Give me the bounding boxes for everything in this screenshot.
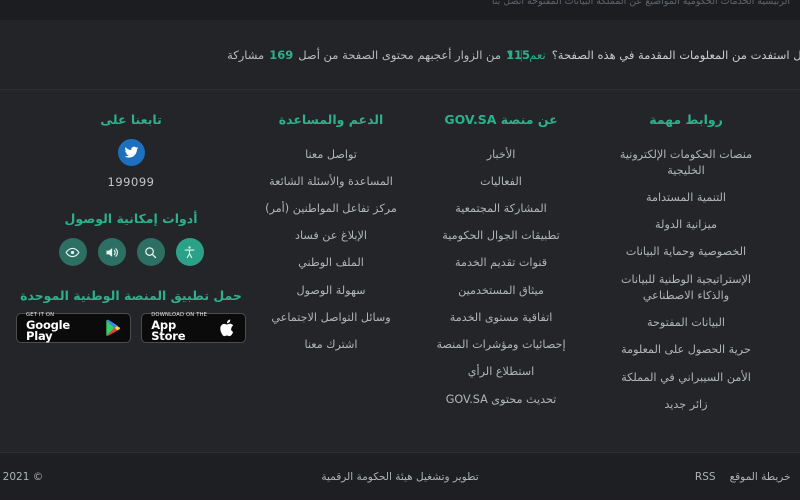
apple-icon — [220, 319, 234, 337]
accessibility-tools-title: أدوات إمكانية الوصول — [64, 211, 198, 226]
link-item[interactable]: الخصوصية وحماية البيانات — [626, 239, 746, 266]
feedback-total-count: 169 — [269, 47, 294, 62]
link-item[interactable]: تطبيقات الجوال الحكومية — [442, 223, 560, 250]
twitter-follower-count: 199099 — [107, 175, 155, 189]
link-item[interactable]: الإستراتيجية الوطنية للبيانات والذكاء ال… — [611, 266, 761, 309]
important-links-list: منصات الحكومات الإلكترونية الخليجية التن… — [611, 141, 761, 419]
column-title-about-platform: عن منصة GOV.SA — [444, 112, 558, 127]
copyright-text: © 2021 جميع — [0, 470, 44, 483]
link-item[interactable]: الأمن السيبراني في المملكة — [621, 364, 751, 391]
column-title-important-links: روابط مهمة — [649, 112, 723, 127]
app-store-badge[interactable]: Download on the App Store — [141, 312, 246, 344]
support-list: تواصل معنا المساعدة والأسئلة الشائعة مرك… — [265, 141, 397, 359]
accessibility-buttons-row — [58, 238, 204, 266]
column-social: تابعنا على 199099 أدوات إمكانية الوصول ح… — [16, 112, 246, 452]
feedback-question-text: هل استفدت من المعلومات المقدمة في هذه ال… — [551, 47, 800, 62]
link-item[interactable]: التنمية المستدامة — [646, 184, 726, 211]
google-play-badge[interactable]: GET IT ON Google Play — [16, 312, 132, 344]
link-item[interactable]: البيانات المفتوحة — [647, 310, 725, 337]
link-item[interactable]: تحديث محتوى GOV.SA — [446, 386, 557, 413]
link-item[interactable]: الأخبار — [487, 141, 516, 168]
bottom-bar: ام خريطة الموقع RSS تطوير وتشغيل هيئة ال… — [0, 452, 800, 500]
google-play-large-label: Google Play — [26, 317, 71, 344]
speaker-icon[interactable] — [97, 238, 126, 266]
link-item[interactable]: اتفاقية مستوى الخدمة — [450, 304, 553, 331]
link-item[interactable]: الإبلاغ عن فساد — [295, 223, 367, 250]
feedback-liked-count: 115 — [505, 47, 530, 62]
link-item[interactable]: قنوات تقديم الخدمة — [455, 250, 547, 277]
link-item[interactable]: المساعدة والأسئلة الشائعة — [269, 168, 393, 195]
feedback-stats-tail: مشاركة — [227, 47, 265, 62]
feedback-stats-mid: من الزوار أعجبهم محتوى الصفحة من أصل — [298, 47, 501, 62]
link-item[interactable]: الملف الوطني — [298, 250, 364, 277]
link-item[interactable]: ميزانية الدولة — [655, 212, 717, 239]
eye-icon[interactable] — [58, 238, 87, 266]
link-item[interactable]: تواصل معنا — [305, 141, 357, 168]
top-nav-cut-text: الرئيسية الخدمات الحكومية المواضيع عن ال… — [491, 0, 790, 7]
column-title-support: الدعم والمساعدة — [278, 112, 384, 127]
link-item[interactable]: زائر جديد — [664, 391, 707, 418]
developed-by-text: تطوير وتشغيل هيئة الحكومة الرقمية — [321, 470, 479, 483]
link-item[interactable]: استطلاع الرأي — [468, 359, 535, 386]
feedback-band: هل استفدت من المعلومات المقدمة في هذه ال… — [0, 20, 800, 90]
link-item[interactable]: حرية الحصول على المعلومة — [621, 337, 751, 364]
twitter-icon[interactable] — [117, 139, 145, 166]
link-item[interactable]: ميثاق المستخدمين — [458, 277, 544, 304]
feedback-yes-link[interactable]: نعم — [529, 48, 545, 62]
feedback-question-group: هل استفدت من المعلومات المقدمة في هذه ال… — [507, 48, 800, 62]
link-item[interactable]: اشترك معنا — [305, 332, 358, 359]
about-platform-list: الأخبار الفعاليات المشاركة المجتمعية تطب… — [436, 141, 565, 413]
link-item[interactable]: إحصائيات ومؤشرات المنصة — [436, 332, 565, 359]
footer-columns: روابط مهمة منصات الحكومات الإلكترونية ال… — [0, 90, 800, 452]
column-important-links: روابط مهمة منصات الحكومات الإلكترونية ال… — [586, 112, 786, 452]
accessibility-person-icon[interactable] — [175, 238, 204, 266]
link-item[interactable]: منصات الحكومات الإلكترونية الخليجية — [611, 141, 761, 184]
google-play-icon — [106, 319, 121, 336]
link-item[interactable]: الفعاليات — [480, 168, 522, 195]
link-item[interactable]: سهولة الوصول — [297, 277, 366, 304]
app-badges-row: Download on the App Store GET IT ON Goog… — [16, 312, 246, 344]
link-item[interactable]: مركز تفاعل المواطنين (أمر) — [265, 195, 397, 222]
top-nav-strip: الرئيسية الخدمات الحكومية المواضيع عن ال… — [0, 0, 800, 20]
magnifier-icon[interactable] — [136, 238, 165, 266]
link-item[interactable]: المشاركة المجتمعية — [455, 195, 546, 222]
download-app-title: حمل تطبيق المنصة الوطنية الموحدة — [20, 288, 242, 303]
footer-page: الرئيسية الخدمات الحكومية المواضيع عن ال… — [0, 0, 800, 500]
app-store-large-label: App Store — [151, 317, 186, 344]
column-about-platform: عن منصة GOV.SA الأخبار الفعاليات المشارك… — [416, 112, 586, 452]
follow-us-title: تابعنا على — [100, 112, 162, 127]
link-item[interactable]: وسائل التواصل الاجتماعي — [271, 304, 390, 331]
feedback-stats: 115 من الزوار أعجبهم محتوى الصفحة من أصل… — [227, 48, 530, 62]
column-support: الدعم والمساعدة تواصل معنا المساعدة والأ… — [246, 112, 416, 452]
